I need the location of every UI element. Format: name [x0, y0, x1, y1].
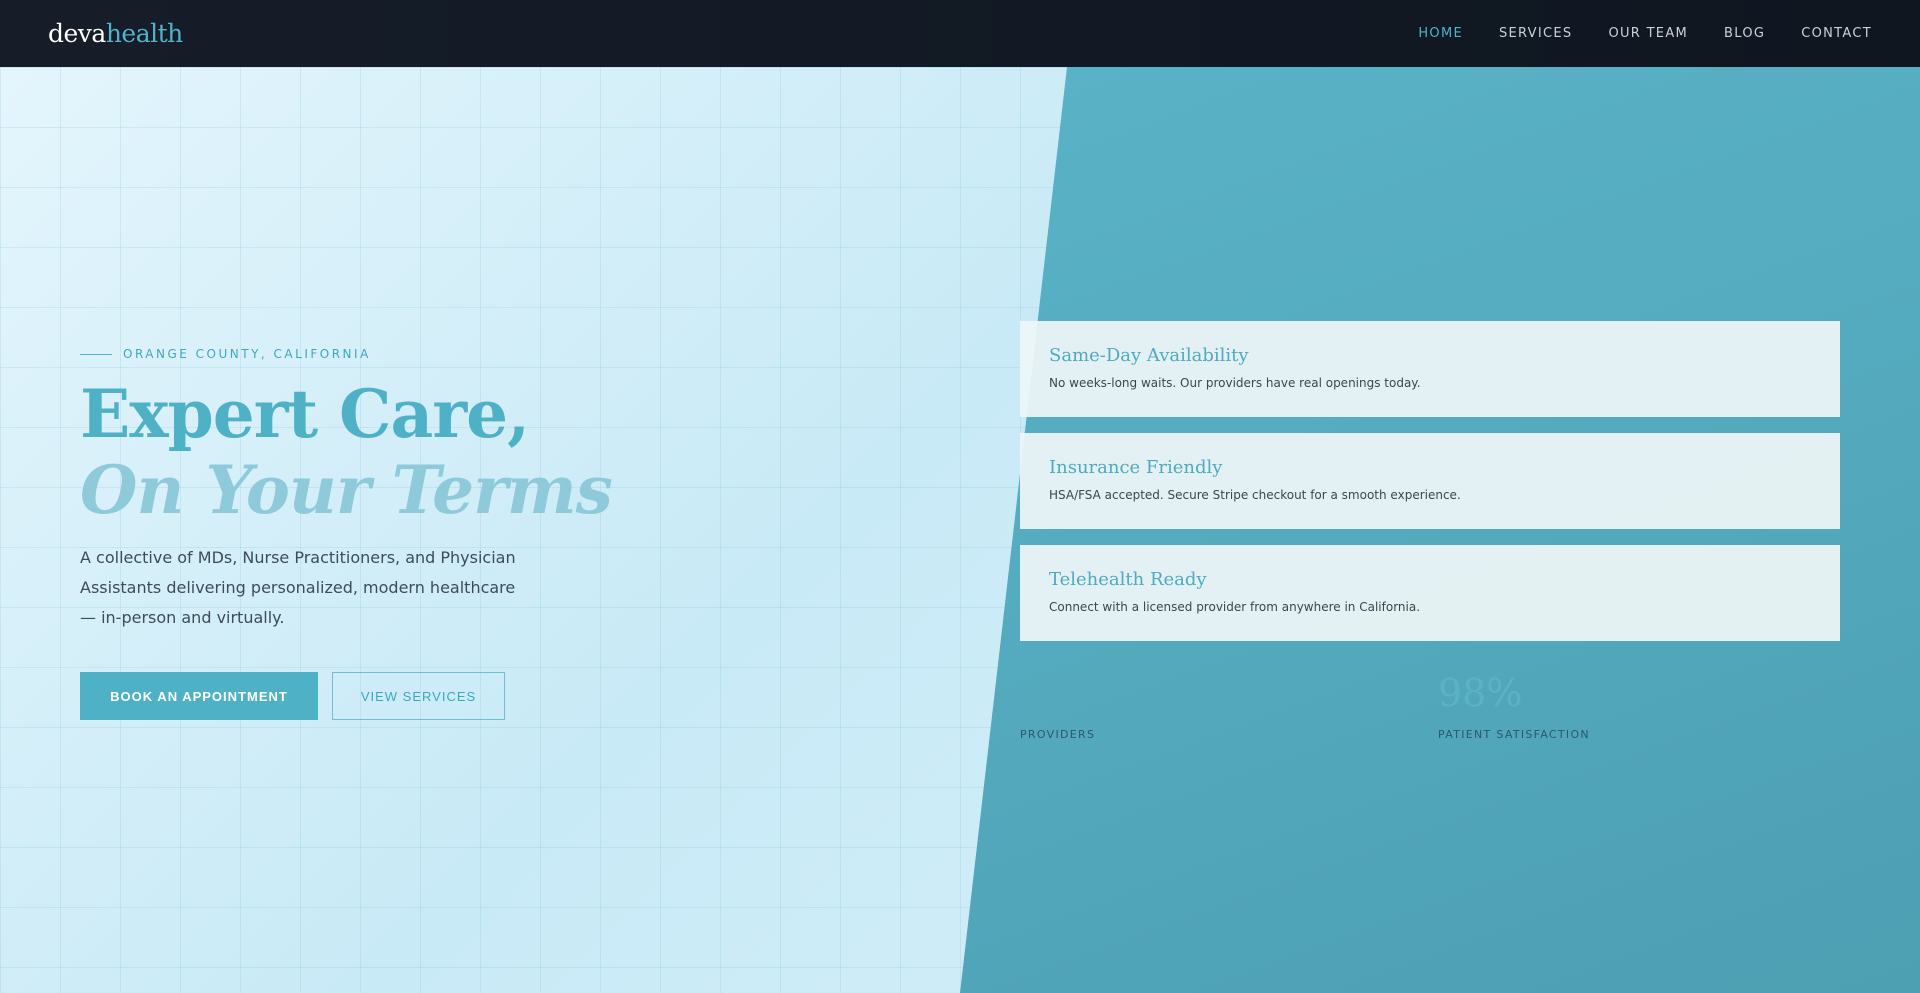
view-services-button[interactable]: VIEW SERVICES: [332, 672, 505, 720]
feature-desc: No weeks-long waits. Our providers have …: [1049, 376, 1421, 390]
nav-link-contact[interactable]: CONTACT: [1801, 26, 1872, 41]
feature-card-insurance: Insurance Friendly HSA/FSA accepted. Sec…: [1020, 433, 1840, 529]
stat-providers-label: PROVIDERS: [1020, 728, 1096, 741]
site-header: devahealth HOME SERVICES OUR TEAM BLOG C…: [0, 0, 1920, 67]
main-nav: HOME SERVICES OUR TEAM BLOG CONTACT: [1418, 26, 1872, 41]
eyebrow-line: [80, 353, 112, 355]
feature-title: Insurance Friendly: [1049, 457, 1223, 478]
stat-satisfaction-label: PATIENT SATISFACTION: [1438, 728, 1590, 741]
location-eyebrow: ORANGE COUNTY, CALIFORNIA: [80, 347, 371, 361]
stat-satisfaction-value: 98%: [1438, 671, 1523, 715]
nav-link-services[interactable]: SERVICES: [1499, 26, 1572, 41]
feature-desc: Connect with a licensed provider from an…: [1049, 600, 1421, 614]
hero-section: ORANGE COUNTY, CALIFORNIA Expert Care, O…: [0, 67, 1920, 993]
hero-title: Expert Care, On Your Terms: [80, 375, 613, 529]
brand-name-part2: health: [105, 19, 183, 48]
book-appointment-button[interactable]: BOOK AN APPOINTMENT: [80, 672, 318, 720]
hero-title-line2: On Your Terms: [80, 451, 613, 529]
feature-card-same-day: Same-Day Availability No weeks-long wait…: [1020, 321, 1840, 417]
hero-title-line1: Expert Care,: [80, 375, 530, 453]
nav-link-our-team[interactable]: OUR TEAM: [1608, 26, 1688, 41]
eyebrow-text: ORANGE COUNTY, CALIFORNIA: [123, 347, 371, 361]
nav-link-home[interactable]: HOME: [1418, 26, 1463, 41]
feature-title: Telehealth Ready: [1049, 569, 1207, 590]
brand-name-part1: deva: [48, 19, 106, 48]
hero-description: A collective of MDs, Nurse Practitioners…: [80, 548, 516, 627]
brand-logo[interactable]: devahealth: [48, 19, 183, 48]
nav-link-blog[interactable]: BLOG: [1724, 26, 1765, 41]
feature-title: Same-Day Availability: [1049, 345, 1249, 366]
feature-card-telehealth: Telehealth Ready Connect with a licensed…: [1020, 545, 1840, 641]
feature-desc: HSA/FSA accepted. Secure Stripe checkout…: [1049, 488, 1461, 502]
